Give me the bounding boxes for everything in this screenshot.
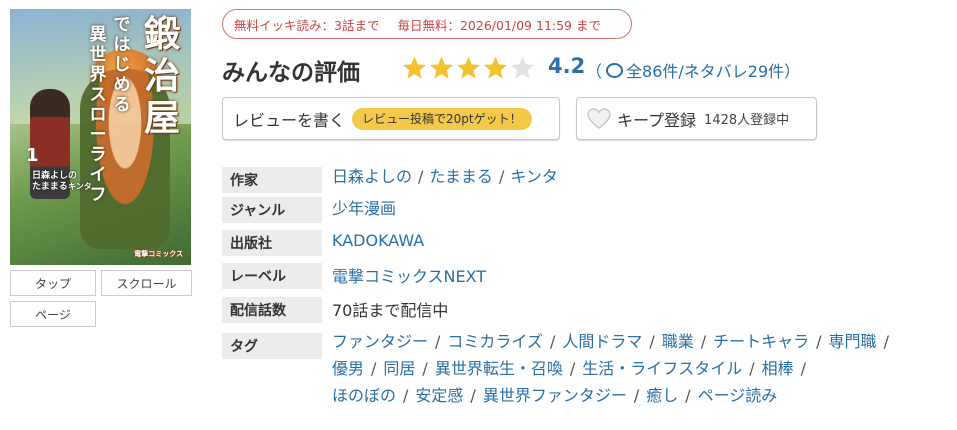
tag-separator: / xyxy=(422,359,428,378)
speech-bubble-icon xyxy=(606,62,624,78)
tag-separator: / xyxy=(549,332,556,351)
cover-title: 鍛治屋 xyxy=(143,13,180,139)
rating-score: 4.2 xyxy=(548,54,586,78)
tag-separator: / xyxy=(403,386,409,405)
tag-separator: / xyxy=(816,332,822,351)
tag-separator: / xyxy=(371,359,377,378)
keep-count: 1428人登録中 xyxy=(704,113,790,128)
tag-link[interactable]: 異世界ファンタジー xyxy=(483,386,627,405)
cover-image[interactable]: 鍛治屋 ではじめる 異世界スローライフ 1 日森よしの たままる キンタ 電撃コミ… xyxy=(10,9,191,265)
review-count-link[interactable]: （ 全86件/ネタバレ29件 ） xyxy=(586,58,800,82)
tags-line-2: 優男 / 同居 / 異世界転生・召喚 / 生活・ライフスタイル / 相棒 / xyxy=(332,355,813,379)
tag-link[interactable]: ほのぼの xyxy=(332,386,396,405)
review-count-text: 全86件/ネタバレ29件 xyxy=(626,62,785,81)
star-filled-icon xyxy=(457,56,480,79)
tag-separator: / xyxy=(800,359,807,378)
genre-label: ジャンル xyxy=(222,197,322,223)
tags-label: タグ xyxy=(222,333,322,359)
publisher-label: 出版社 xyxy=(222,230,322,256)
paren-open: （ xyxy=(586,62,603,81)
star-filled-icon xyxy=(484,56,507,79)
tag-link[interactable]: 人間ドラマ xyxy=(562,332,642,351)
tag-link[interactable]: ページ読み xyxy=(698,386,778,405)
free-binge-text: 無料イッキ読み：3話まで xyxy=(234,17,380,33)
tag-separator: / xyxy=(700,332,707,351)
write-review-button[interactable]: レビューを書く レビュー投稿で20ptゲット！ xyxy=(222,97,560,140)
tag-link[interactable]: 癒し xyxy=(646,386,678,405)
keep-button[interactable]: キープ登録 1428人登録中 xyxy=(576,97,817,140)
cover-volume: 1 xyxy=(26,145,39,166)
tags-line-3: ほのぼの / 安定感 / 異世界ファンタジー / 癒し / ページ読み xyxy=(332,382,777,406)
tag-link[interactable]: チートキャラ xyxy=(713,332,809,351)
tag-separator: / xyxy=(633,386,640,405)
review-promo-badge: レビュー投稿で20ptゲット！ xyxy=(352,107,532,130)
episodes-label: 配信話数 xyxy=(222,297,322,323)
rating-stars xyxy=(401,55,536,81)
tag-link[interactable]: 同居 xyxy=(383,359,415,378)
heart-icon xyxy=(587,107,611,129)
star-filled-icon xyxy=(430,56,453,79)
tag-separator: / xyxy=(569,359,576,378)
view-mode-page-button[interactable]: ページ xyxy=(10,301,96,327)
tag-link[interactable]: 安定感 xyxy=(415,386,463,405)
author-values: 日森よしの / たままる / キンタ xyxy=(332,167,558,186)
tag-link[interactable]: 職業 xyxy=(662,332,694,351)
cover-publisher: 電撃コミックス xyxy=(134,250,183,258)
author-link[interactable]: キンタ xyxy=(510,167,558,186)
tag-separator: / xyxy=(883,332,889,351)
write-review-label: レビューを書く xyxy=(233,110,346,130)
rating-title: みんなの評価 xyxy=(222,60,360,86)
free-reading-badge: 無料イッキ読み：3話まで 毎日無料：2026/01/09 11:59 まで xyxy=(222,9,632,39)
star-empty-icon xyxy=(511,56,534,79)
imprint-link[interactable]: 電撃コミックスNEXT xyxy=(332,263,486,287)
tag-link[interactable]: 異世界転生・召喚 xyxy=(435,359,563,378)
tag-separator: / xyxy=(685,386,691,405)
tag-link[interactable]: 優男 xyxy=(332,359,364,378)
label-label: レーベル xyxy=(222,263,322,289)
tag-separator: / xyxy=(749,359,755,378)
tags-line-1: ファンタジー / コミカライズ / 人間ドラマ / 職業 / チートキャラ / 専門職 / xyxy=(332,328,896,352)
cover-subtitle-b: 異世界スローライフ xyxy=(89,25,107,205)
tag-link[interactable]: 生活・ライフスタイル xyxy=(582,359,742,378)
keep-label: キープ登録 xyxy=(617,110,697,130)
tag-link[interactable]: 相棒 xyxy=(762,359,794,378)
tag-separator: / xyxy=(649,332,655,351)
paren-close: ） xyxy=(784,62,801,81)
tag-link[interactable]: コミカライズ xyxy=(447,332,543,351)
author-label: 作家 xyxy=(222,167,322,193)
tag-link[interactable]: ファンタジー xyxy=(332,332,428,351)
view-mode-tap-button[interactable]: タップ xyxy=(10,270,96,296)
tag-link[interactable]: 専門職 xyxy=(829,332,877,351)
publisher-link[interactable]: KADOKAWA xyxy=(332,231,424,250)
cover-subtitle-a: ではじめる xyxy=(113,15,131,115)
author-link[interactable]: 日森よしの xyxy=(332,167,412,186)
tag-separator: / xyxy=(435,332,441,351)
star-filled-icon xyxy=(403,56,426,79)
tag-separator: / xyxy=(470,386,476,405)
episodes-value: 70話まで配信中 xyxy=(332,301,449,320)
daily-free-text: 毎日無料：2026/01/09 11:59 まで xyxy=(397,17,601,33)
author-link[interactable]: たままる xyxy=(429,167,493,186)
cover-author-2: キンタ xyxy=(68,182,92,191)
view-mode-scroll-button[interactable]: スクロール xyxy=(101,270,192,296)
genre-link[interactable]: 少年漫画 xyxy=(332,195,396,219)
